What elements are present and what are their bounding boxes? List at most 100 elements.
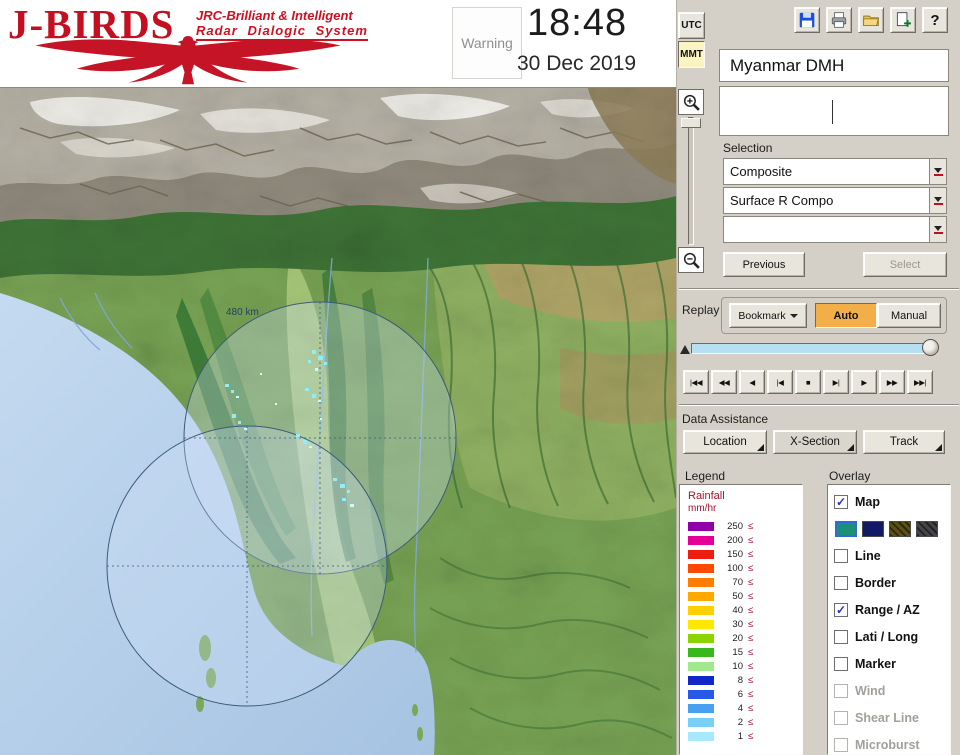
map-style-swatch[interactable] <box>835 520 857 537</box>
step-back-button[interactable]: |◀ <box>767 370 793 394</box>
overlay-item-map[interactable]: ✓ Map <box>834 488 950 515</box>
auto-button[interactable]: Auto <box>815 303 877 328</box>
legend-row: 2 ≤ <box>688 715 802 729</box>
bookmark-button[interactable]: Bookmark <box>729 303 807 328</box>
legend-color-swatch <box>688 731 714 741</box>
legend-row: 200 ≤ <box>688 533 802 547</box>
overlay-item-range-az[interactable]: ✓ Range / AZ <box>834 596 950 623</box>
overlay-item-microburst: Microburst <box>834 731 950 754</box>
play-forward-button[interactable]: ▶ <box>851 370 877 394</box>
timeline-slider-track[interactable] <box>691 343 937 354</box>
previous-button[interactable]: Previous <box>723 252 805 277</box>
warning-indicator[interactable]: Warning <box>452 7 522 79</box>
legend-value: 8 <box>737 674 743 686</box>
product-dropdown[interactable]: Surface R Compo <box>723 187 947 214</box>
legend-color-swatch <box>688 549 714 559</box>
legend-row: 4 ≤ <box>688 701 802 715</box>
overlay-item-marker[interactable]: Marker <box>834 650 950 677</box>
zoom-slider-thumb[interactable] <box>681 118 701 128</box>
overlay-item-wind: Wind <box>834 677 950 704</box>
legend-color-swatch <box>688 703 714 713</box>
legend-value: 100 <box>727 562 743 574</box>
control-panel: UTC MMT ? Myanmar DMH Selection Composit… <box>676 0 960 755</box>
chevron-down-icon[interactable] <box>929 217 946 242</box>
zoom-in-button[interactable] <box>678 89 704 115</box>
fast-forward-button[interactable]: ▶▶ <box>879 370 905 394</box>
overlay-item-label: Lati / Long <box>855 629 919 644</box>
legend-row: 70 ≤ <box>688 575 802 589</box>
manual-button[interactable]: Manual <box>877 303 941 328</box>
chevron-down-icon[interactable] <box>929 188 946 213</box>
legend-row: 1 ≤ <box>688 729 802 743</box>
track-button[interactable]: Track <box>863 430 945 454</box>
legend-color-swatch <box>688 717 714 727</box>
legend-lte-sign: ≤ <box>748 520 754 532</box>
map-style-swatch[interactable] <box>862 520 884 537</box>
overlay-items: ✓ Map Line Border ✓ Range / AZ Lati / Long Mark… <box>834 488 950 754</box>
checkbox[interactable] <box>834 656 848 671</box>
legend-row: 20 ≤ <box>688 631 802 645</box>
legend-rows: 250 ≤200 ≤150 ≤100 ≤70 ≤50 ≤40 ≤30 ≤20 ≤15 ≤10 ≤8 ≤6… <box>688 519 802 743</box>
legend-title: Rainfall <box>688 490 725 502</box>
checkbox[interactable]: ✓ <box>834 602 848 617</box>
manual-label: Manual <box>890 309 928 322</box>
skip-to-start-button[interactable]: |◀◀ <box>683 370 709 394</box>
legend-row: 50 ≤ <box>688 589 802 603</box>
legend-lte-sign: ≤ <box>748 646 754 658</box>
legend-lte-sign: ≤ <box>748 604 754 616</box>
corner-resize-icon <box>757 444 764 451</box>
overlay-item-border[interactable]: Border <box>834 569 950 596</box>
legend-lte-sign: ≤ <box>748 702 754 714</box>
zoom-slider-track[interactable] <box>688 117 694 245</box>
data-assistance-label: Data Assistance <box>682 412 769 426</box>
legend-color-swatch <box>688 535 714 545</box>
save-button[interactable] <box>794 7 820 33</box>
help-button[interactable]: ? <box>922 7 948 33</box>
timeline-start-marker <box>680 345 690 354</box>
x-section-button[interactable]: X-Section <box>773 430 857 454</box>
open-folder-button[interactable] <box>858 7 884 33</box>
legend-value: 50 <box>732 590 743 602</box>
legend-row: 10 ≤ <box>688 659 802 673</box>
checkbox[interactable] <box>834 548 848 563</box>
location-button[interactable]: Location <box>683 430 767 454</box>
stop-button[interactable]: ■ <box>795 370 821 394</box>
legend-value: 40 <box>732 604 743 616</box>
print-button[interactable] <box>826 7 852 33</box>
legend-lte-sign: ≤ <box>748 688 754 700</box>
mmt-button[interactable]: MMT <box>678 41 705 68</box>
zoom-out-button[interactable] <box>678 247 704 273</box>
overlay-item-line[interactable]: Line <box>834 542 950 569</box>
sub-product-dropdown[interactable] <box>723 216 947 243</box>
timeline-slider-knob[interactable] <box>922 339 939 356</box>
jbirds-app: J-BIRDS JRC-Brilliant & Intelligent Rada… <box>0 0 960 755</box>
fast-rewind-button[interactable]: ◀◀ <box>711 370 737 394</box>
radar-map[interactable]: 480 km <box>0 88 677 755</box>
legend-lte-sign: ≤ <box>748 562 754 574</box>
legend-color-swatch <box>688 521 714 531</box>
map-style-swatch[interactable] <box>889 520 911 537</box>
x-section-label: X-Section <box>790 436 840 448</box>
legend-lte-sign: ≤ <box>748 730 754 742</box>
checkbox[interactable]: ✓ <box>834 494 848 509</box>
skip-to-end-button[interactable]: ▶▶| <box>907 370 933 394</box>
utc-button[interactable]: UTC <box>678 12 705 39</box>
legend-value: 250 <box>727 520 743 532</box>
product-type-dropdown[interactable]: Composite <box>723 158 947 185</box>
magnifier-plus-icon <box>683 94 700 111</box>
command-input[interactable] <box>719 86 949 136</box>
checkbox[interactable] <box>834 629 848 644</box>
chevron-down-icon[interactable] <box>929 159 946 184</box>
play-backward-button[interactable]: ◀ <box>739 370 765 394</box>
overlay-item-lati-long[interactable]: Lati / Long <box>834 623 950 650</box>
overlay-item-label: Wind <box>855 683 886 698</box>
legend-row: 100 ≤ <box>688 561 802 575</box>
radar-map-viewport[interactable]: 480 km <box>0 88 677 755</box>
map-style-swatch[interactable] <box>916 520 938 537</box>
step-forward-button[interactable]: ▶| <box>823 370 849 394</box>
select-button[interactable]: Select <box>863 252 947 277</box>
legend-value: 10 <box>732 660 743 672</box>
export-image-button[interactable] <box>890 7 916 33</box>
eagle-logo-icon <box>35 36 341 85</box>
checkbox[interactable] <box>834 575 848 590</box>
